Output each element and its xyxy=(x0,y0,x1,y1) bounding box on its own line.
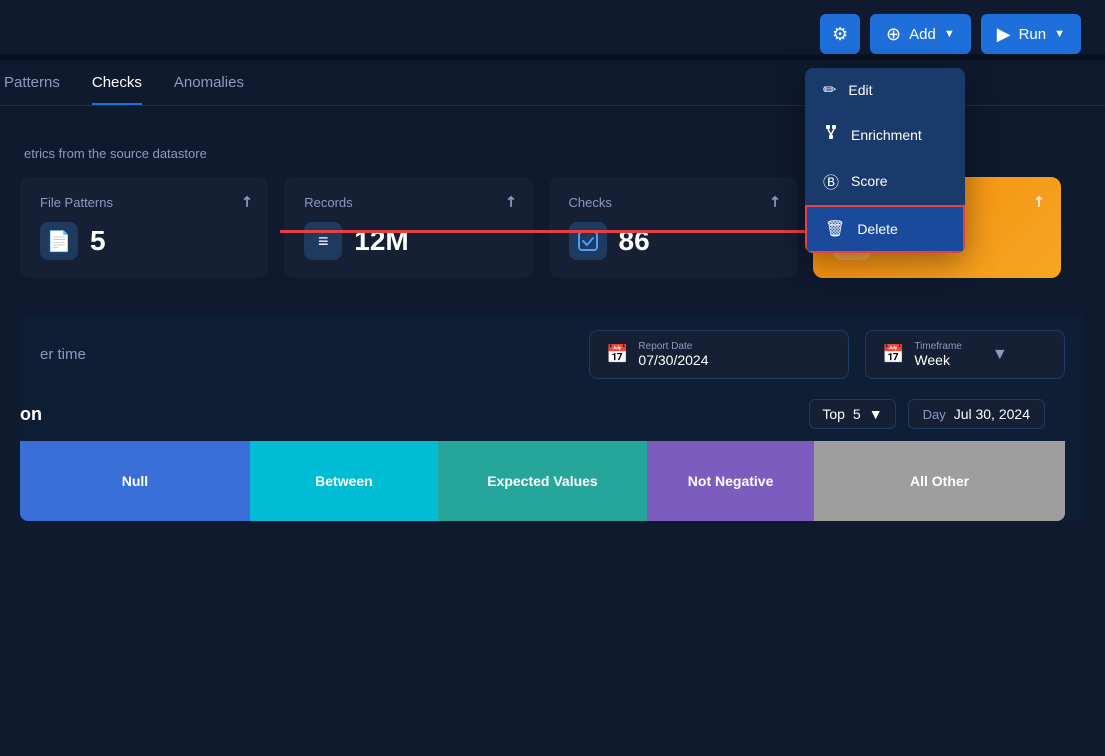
report-date-label: Report Date xyxy=(638,341,708,352)
distribution-section: on Top 5 ▼ Day Jul 30, 2024 Null Between… xyxy=(20,387,1085,521)
day-selector[interactable]: Day Jul 30, 2024 xyxy=(908,399,1045,429)
records-title: Records ↗ xyxy=(304,195,512,210)
dropdown-delete[interactable]: 🗑 Delete xyxy=(805,205,965,253)
top-value: 5 xyxy=(853,406,861,422)
bar-all-other: All Other xyxy=(814,441,1065,521)
checks-arrow-icon: ↗ xyxy=(765,191,785,211)
anomalies-arrow-icon: ↗ xyxy=(1029,191,1049,211)
bar-chart: Null Between Expected Values Not Negativ… xyxy=(20,441,1065,521)
day-label: Day xyxy=(923,407,946,422)
dropdown-enrichment[interactable]: Enrichment xyxy=(805,112,965,157)
file-patterns-icon: 📄 xyxy=(40,222,78,260)
timeframe-value: Week xyxy=(914,352,961,368)
run-label: Run xyxy=(1019,26,1047,43)
add-icon: ⊕ xyxy=(886,24,901,45)
top-label: Top xyxy=(822,406,845,422)
tab-patterns[interactable]: Patterns xyxy=(0,74,60,105)
checks-title: Checks ↗ xyxy=(569,195,777,210)
timeframe-dropdown-icon: ▼ xyxy=(992,346,1008,364)
checks-value: 86 xyxy=(569,222,777,260)
dropdown-edit[interactable]: ✏ Edit xyxy=(805,68,965,112)
report-date-value: 07/30/2024 xyxy=(638,352,708,368)
day-value: Jul 30, 2024 xyxy=(954,406,1030,422)
dropdown-menu: ✏ Edit Enrichment Ⓑ Score 🗑 Delete xyxy=(805,68,965,253)
header: ⚙ ⊕ Add ▼ ▶ Run ▼ xyxy=(0,0,1105,54)
run-button[interactable]: ▶ Run ▼ xyxy=(981,14,1081,54)
run-chevron-icon: ▼ xyxy=(1054,28,1065,40)
records-arrow-icon: ↗ xyxy=(500,191,520,211)
delete-label: Delete xyxy=(857,221,897,237)
enrichment-label: Enrichment xyxy=(851,127,922,143)
filter-section: er time 📅 Report Date 07/30/2024 📅 Timef… xyxy=(20,314,1085,387)
tab-anomalies[interactable]: Anomalies xyxy=(174,74,244,105)
bar-expected-values: Expected Values xyxy=(438,441,647,521)
bar-between: Between xyxy=(250,441,438,521)
tab-checks[interactable]: Checks xyxy=(92,74,142,105)
file-patterns-title: File Patterns ↗ xyxy=(40,195,248,210)
bar-null: Null xyxy=(20,441,250,521)
filter-label: er time xyxy=(40,346,86,363)
score-label: Score xyxy=(851,173,888,189)
report-date-calendar-icon: 📅 xyxy=(606,344,628,365)
edit-label: Edit xyxy=(848,82,872,98)
timeframe-label: Timeframe xyxy=(914,341,961,352)
add-label: Add xyxy=(909,26,936,43)
timeframe-calendar-icon: 📅 xyxy=(882,344,904,365)
dropdown-score[interactable]: Ⓑ Score xyxy=(805,157,965,205)
add-button[interactable]: ⊕ Add ▼ xyxy=(870,14,971,54)
score-icon: Ⓑ xyxy=(823,169,839,193)
gear-icon: ⚙ xyxy=(832,24,848,45)
checks-icon xyxy=(569,222,607,260)
records-card[interactable]: Records ↗ ≡ 12M xyxy=(284,177,532,278)
distribution-header: on Top 5 ▼ Day Jul 30, 2024 xyxy=(20,399,1065,441)
top-dropdown-icon: ▼ xyxy=(869,406,883,422)
bar-not-negative: Not Negative xyxy=(647,441,814,521)
top-selector[interactable]: Top 5 ▼ xyxy=(809,399,895,429)
distribution-title: on xyxy=(20,404,42,425)
file-patterns-value: 📄 5 xyxy=(40,222,248,260)
delete-icon: 🗑 xyxy=(825,219,845,239)
records-icon: ≡ xyxy=(304,222,342,260)
records-value: ≡ 12M xyxy=(304,222,512,260)
edit-icon: ✏ xyxy=(823,80,836,100)
file-patterns-arrow-icon: ↗ xyxy=(236,191,256,211)
gear-button[interactable]: ⚙ xyxy=(820,14,860,54)
enrichment-icon xyxy=(823,124,839,145)
run-icon: ▶ xyxy=(997,24,1011,45)
file-patterns-card[interactable]: File Patterns ↗ 📄 5 xyxy=(20,177,268,278)
distribution-controls: Top 5 ▼ Day Jul 30, 2024 xyxy=(809,399,1045,429)
checks-card[interactable]: Checks ↗ 86 xyxy=(549,177,797,278)
add-chevron-icon: ▼ xyxy=(944,28,955,40)
timeframe-input[interactable]: 📅 Timeframe Week ▼ xyxy=(865,330,1065,379)
report-date-input[interactable]: 📅 Report Date 07/30/2024 xyxy=(589,330,849,379)
